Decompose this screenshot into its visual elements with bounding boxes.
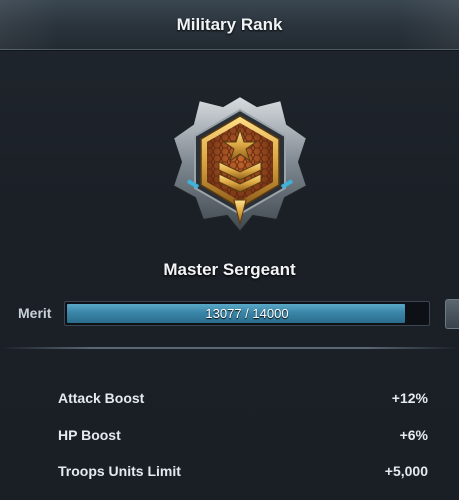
section-divider (0, 347, 459, 349)
merit-progress-text: 13077 / 14000 (205, 306, 289, 321)
stat-value: +6% (399, 427, 428, 443)
rank-name: Master Sergeant (163, 260, 296, 279)
stat-row-hp-boost: HP Boost +6% (58, 427, 428, 447)
merit-label: Merit (18, 305, 52, 321)
stat-value: +12% (391, 390, 428, 406)
stat-row-attack-boost: Attack Boost +12% (58, 390, 428, 410)
stat-row-troops-units-limit: Troops Units Limit +5,000 (58, 463, 428, 483)
stat-label: Attack Boost (58, 390, 145, 406)
military-rank-panel: Military Rank Master Sergeant Merit 1307… (0, 0, 459, 500)
page-title: Military Rank (176, 15, 283, 34)
side-expand-button[interactable] (445, 299, 459, 329)
rank-emblem-svg (171, 94, 309, 234)
rank-emblem-icon (165, 92, 315, 237)
merit-progress-bar: 13077 / 14000 (64, 301, 430, 326)
stat-value: +5,000 (384, 463, 428, 479)
panel-header: Military Rank (0, 0, 459, 50)
stat-label: Troops Units Limit (58, 463, 181, 479)
stat-label: HP Boost (58, 427, 121, 443)
